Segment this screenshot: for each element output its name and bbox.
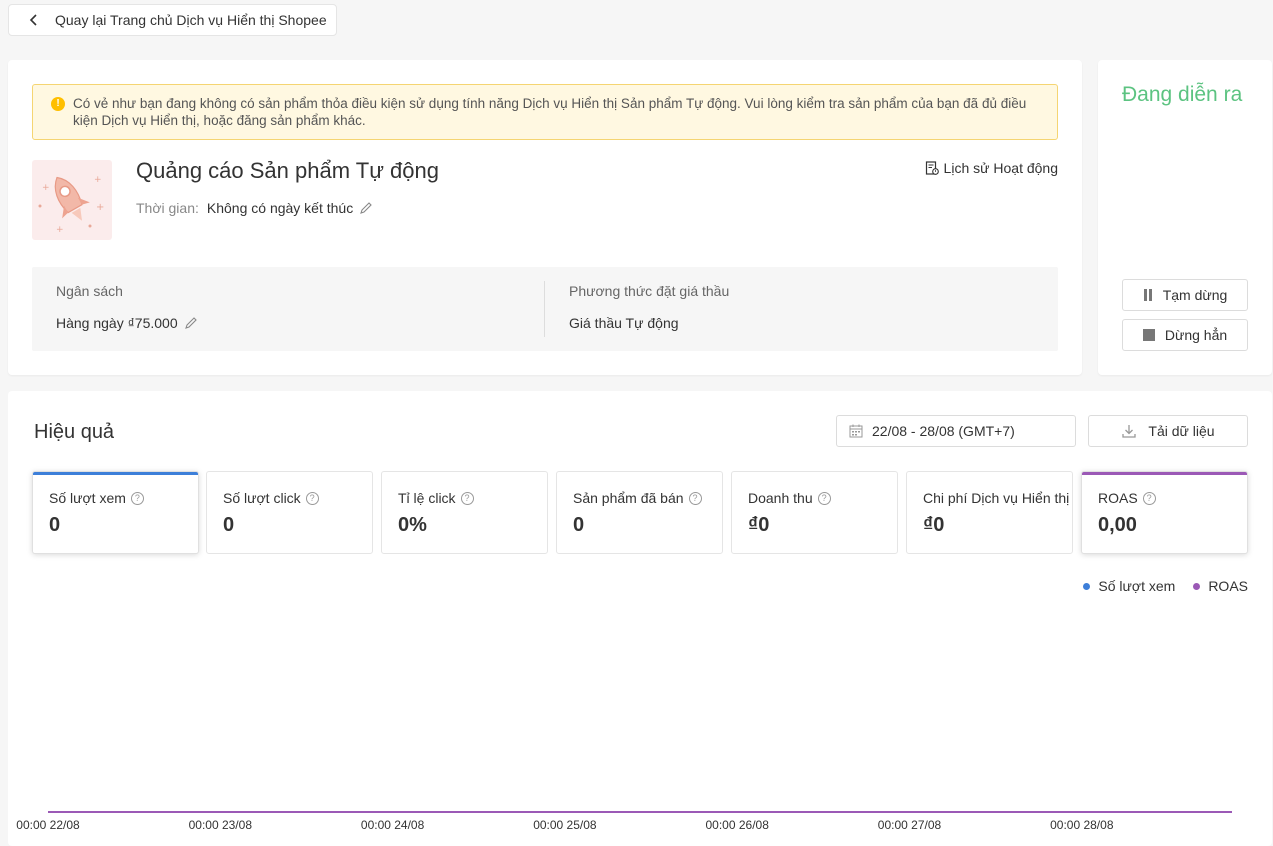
status-card: Đang diễn ra Tạm dừng Dừng hẳn <box>1098 60 1272 375</box>
metric-selected-bar <box>33 472 198 475</box>
legend-label: ROAS <box>1208 578 1248 594</box>
metric-ctr-card[interactable]: Tỉ lệ click? 0% <box>381 471 548 554</box>
metric-label-row: Sản phẩm đã bán? <box>573 490 706 506</box>
bid-method-label: Phương thức đặt giá thầu <box>569 283 730 299</box>
campaign-info-card: ! Có vẻ như bạn đang không có sản phẩm t… <box>8 60 1082 375</box>
campaign-status: Đang diễn ra <box>1122 83 1243 106</box>
x-tick-label: 00:00 22/08 <box>16 818 80 832</box>
x-tick-label: 00:00 25/08 <box>533 818 597 832</box>
activity-history-link[interactable]: Lịch sử Hoạt động <box>925 160 1058 176</box>
x-tick-label: 00:00 27/08 <box>878 818 942 832</box>
metric-views-card[interactable]: Số lượt xem? 0 <box>32 471 199 554</box>
download-icon <box>1121 423 1137 439</box>
rocket-icon: + + + + <box>38 175 104 235</box>
help-icon[interactable]: ? <box>1142 491 1156 505</box>
metric-value: ₫0 <box>748 514 770 536</box>
budget-value-row: Hàng ngày ₫75.000 <box>56 315 520 331</box>
metric-value: 0% <box>398 514 427 536</box>
x-tick-label: 00:00 24/08 <box>361 818 425 832</box>
chart-legend: Số lượt xem ROAS <box>1065 578 1248 594</box>
svg-text:+: + <box>94 175 102 185</box>
metric-label: Số lượt xem <box>49 490 126 506</box>
edit-time-pencil-icon[interactable] <box>359 201 373 215</box>
help-icon[interactable]: ? <box>130 491 144 505</box>
metric-selected-bar <box>1082 472 1247 475</box>
metric-value: 0 <box>223 514 235 536</box>
metric-label-row: Số lượt xem? <box>49 490 182 506</box>
date-range-picker[interactable]: 22/08 - 28/08 (GMT+7) <box>836 415 1076 447</box>
help-icon[interactable]: ? <box>460 491 474 505</box>
bid-column: Phương thức đặt giá thầu Giá thầu Tự độn… <box>545 267 1058 351</box>
legend-item-roas[interactable]: ROAS <box>1193 578 1248 594</box>
time-label: Thời gian: <box>136 200 199 216</box>
help-icon[interactable]: ? <box>305 491 319 505</box>
metric-clicks-card[interactable]: Số lượt click? 0 <box>206 471 373 554</box>
metric-value: 0,00 <box>1098 514 1137 536</box>
x-tick-label: 00:00 26/08 <box>705 818 769 832</box>
x-tick-label: 00:00 28/08 <box>1050 818 1114 832</box>
metric-value: ₫0 <box>923 514 945 536</box>
help-icon[interactable]: ? <box>688 491 702 505</box>
campaign-thumbnail: + + + + <box>32 160 112 240</box>
history-label: Lịch sử Hoạt động <box>943 160 1058 176</box>
stop-label: Dừng hẳn <box>1164 327 1228 343</box>
metric-label: Sản phẩm đã bán <box>573 490 684 506</box>
pause-label: Tạm dừng <box>1162 287 1228 303</box>
back-button-label: Quay lại Trang chủ Dịch vụ Hiển thị Shop… <box>55 12 327 28</box>
metric-label-row: Doanh thu? <box>748 490 881 506</box>
metric-value: 0 <box>49 514 61 536</box>
alert-text: Có vẻ như bạn đang không có sản phẩm thỏ… <box>73 96 1027 128</box>
history-icon <box>925 161 939 175</box>
stop-icon <box>1142 329 1155 341</box>
svg-text:+: + <box>42 183 50 193</box>
metric-label-row: Tỉ lệ click? <box>398 490 531 506</box>
metric-items-sold-card[interactable]: Sản phẩm đã bán? 0 <box>556 471 723 554</box>
legend-item-views[interactable]: Số lượt xem <box>1083 578 1175 594</box>
download-data-button[interactable]: Tải dữ liệu <box>1088 415 1248 447</box>
budget-column: Ngân sách Hàng ngày ₫75.000 <box>32 267 544 351</box>
performance-line-chart: 00:00 22/08 00:00 23/08 00:00 24/08 00:00 2… <box>16 811 1232 832</box>
metric-ad-cost-card[interactable]: Chi phí Dịch vụ Hiển thị? ₫0 <box>906 471 1073 554</box>
calendar-icon <box>849 424 863 438</box>
svg-text:+: + <box>56 225 64 235</box>
campaign-title: Quảng cáo Sản phẩm Tự động <box>136 158 439 183</box>
help-icon[interactable]: ? <box>817 491 831 505</box>
warning-alert: ! Có vẻ như bạn đang không có sản phẩm t… <box>32 84 1058 140</box>
performance-section: Hiệu quả 22/08 - 28/08 (GMT+7) Tải dữ li… <box>8 391 1272 846</box>
svg-text:+: + <box>96 202 104 213</box>
warning-icon: ! <box>51 97 65 111</box>
metric-label-row: Số lượt click? <box>223 490 356 506</box>
edit-budget-pencil-icon[interactable] <box>184 316 198 330</box>
budget-value: Hàng ngày ₫75.000 <box>56 315 178 331</box>
budget-box: Ngân sách Hàng ngày ₫75.000 Phương thức … <box>32 267 1058 351</box>
pause-button[interactable]: Tạm dừng <box>1122 279 1248 311</box>
pause-icon <box>1143 289 1153 301</box>
metric-label: Doanh thu <box>748 490 813 506</box>
performance-title: Hiệu quả <box>34 421 115 443</box>
legend-dot-icon <box>1083 582 1091 590</box>
x-tick-label: 00:00 23/08 <box>189 818 253 832</box>
stop-button[interactable]: Dừng hẳn <box>1122 319 1248 351</box>
legend-label: Số lượt xem <box>1098 578 1176 594</box>
legend-dot-icon <box>1193 582 1201 590</box>
chevron-left-icon <box>29 13 43 27</box>
metric-roas-card[interactable]: ROAS? 0,00 <box>1081 471 1248 554</box>
date-range-value: 22/08 - 28/08 (GMT+7) <box>872 423 1015 439</box>
bid-method-value: Giá thầu Tự động <box>569 315 679 331</box>
back-to-home-button[interactable]: Quay lại Trang chủ Dịch vụ Hiển thị Shop… <box>8 4 337 36</box>
campaign-time-row: Thời gian: Không có ngày kết thúc <box>136 200 373 216</box>
metric-label: Tỉ lệ click <box>398 490 456 506</box>
metric-label: ROAS <box>1098 490 1138 506</box>
budget-label: Ngân sách <box>56 283 123 299</box>
metric-revenue-card[interactable]: Doanh thu? ₫0 <box>731 471 898 554</box>
metric-value: 0 <box>573 514 585 536</box>
download-label: Tải dữ liệu <box>1148 423 1215 439</box>
metric-label-row: ROAS? <box>1098 490 1231 506</box>
time-value: Không có ngày kết thúc <box>206 200 354 216</box>
metric-label: Chi phí Dịch vụ Hiển thị <box>923 490 1070 506</box>
metric-label-row: Chi phí Dịch vụ Hiển thị? <box>923 490 1069 506</box>
metric-label: Số lượt click <box>223 490 301 506</box>
